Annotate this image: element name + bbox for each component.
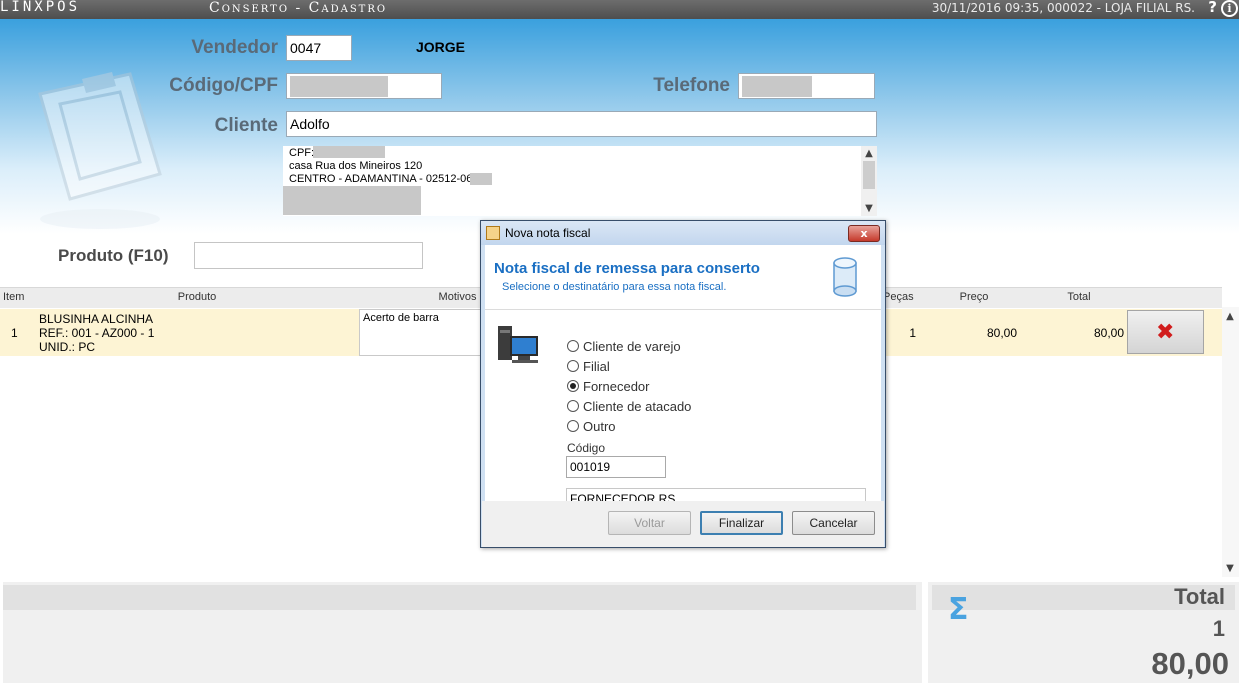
radio-label: Cliente de varejo [583, 339, 681, 354]
product-ref: REF.: 001 - AZ000 - 1 [39, 326, 155, 340]
radio-circle [567, 400, 579, 412]
col-header-pecas: Peças [883, 291, 914, 303]
customer-address-box: CPF: casa Rua dos Mineiros 120 CENTRO - … [283, 146, 877, 216]
dialog-subheading: Selecione o destinatário para essa nota … [502, 281, 727, 293]
col-header-item: Item [3, 291, 25, 303]
cpf-label: Código/CPF [169, 75, 278, 96]
radio-filial[interactable]: Filial [567, 359, 610, 374]
vendedor-name: JORGE [416, 39, 466, 55]
radio-label: Cliente de atacado [583, 399, 692, 414]
finish-button[interactable]: Finalizar [700, 511, 783, 535]
radio-label: Fornecedor [583, 379, 650, 394]
radio-circle [567, 340, 579, 352]
redacted-block [470, 173, 492, 185]
product-name: BLUSINHA ALCINHA [39, 312, 154, 326]
col-header-produto: Produto [177, 291, 217, 303]
motivo-input[interactable]: Acerto de barra [359, 309, 481, 356]
address-scrollbar[interactable]: ▲ ▼ [861, 146, 877, 216]
radio-circle [567, 420, 579, 432]
help-icon[interactable]: ? [1208, 0, 1217, 16]
vendedor-label: Vendedor [191, 37, 278, 58]
dialog-title-bar[interactable]: Nova nota fiscal x [481, 221, 885, 245]
scroll-up-icon[interactable]: ▲ [861, 148, 877, 160]
radio-fornecedor[interactable]: Fornecedor [567, 379, 649, 394]
document-icon [486, 226, 500, 240]
product-unit: UNID.: PC [39, 340, 96, 354]
dialog-footer: Voltar Finalizar Cancelar [482, 501, 884, 547]
radio-cliente-atacado[interactable]: Cliente de atacado [567, 399, 691, 414]
scroll-up-icon[interactable]: ▲ [1222, 311, 1238, 323]
total-amount: 80,00 [1151, 646, 1229, 681]
telefone-input[interactable] [738, 73, 875, 99]
grid-scrollbar[interactable]: ▲ ▼ [1222, 307, 1239, 577]
cliente-label: Cliente [214, 115, 278, 136]
sigma-icon: Σ [948, 592, 969, 627]
delete-item-button[interactable]: ✖ [1127, 310, 1204, 354]
radio-label: Outro [583, 419, 616, 434]
total-label: Total [1174, 584, 1225, 609]
scroll-down-icon[interactable]: ▼ [861, 203, 877, 215]
address-line: casa Rua dos Mineiros 120 [289, 160, 423, 172]
item-number: 1 [11, 326, 18, 340]
scroll-thumb[interactable] [863, 161, 875, 189]
app-logo: LINXPOS [0, 0, 81, 15]
redacted-block [283, 186, 421, 215]
back-button[interactable]: Voltar [608, 511, 691, 535]
dialog-title: Nova nota fiscal [505, 226, 591, 240]
redacted-block [742, 76, 812, 97]
totals-panel: Σ Total 1 80,00 [928, 582, 1239, 683]
database-icon [833, 257, 857, 297]
redacted-block [313, 146, 385, 158]
product-label: Produto (F10) [58, 246, 169, 265]
info-icon[interactable]: i [1221, 0, 1238, 17]
cpf-input[interactable] [286, 73, 442, 99]
dialog-heading: Nota fiscal de remessa para conserto [494, 260, 760, 277]
address-line: CENTRO - ADAMANTINA - 02512-060 [289, 173, 479, 185]
footer-band [3, 585, 916, 610]
codigo-input[interactable]: 001019 [566, 456, 666, 478]
cancel-button[interactable]: Cancelar [792, 511, 875, 535]
redacted-block [290, 76, 388, 97]
vendedor-code-input[interactable]: 0047 [286, 35, 352, 61]
footer-left-panel [3, 582, 922, 683]
computer-icon [498, 326, 538, 363]
nova-nota-fiscal-dialog: Nova nota fiscal x Nota fiscal de remess… [480, 220, 886, 548]
product-search-input[interactable] [194, 242, 423, 269]
app-title-bar: LINXPOS Conserto - Cadastro 30/11/2016 0… [0, 0, 1239, 19]
radio-circle-selected [567, 380, 579, 392]
radio-label: Filial [583, 359, 610, 374]
address-line: CPF: [289, 147, 315, 159]
status-text: 30/11/2016 09:35, 000022 - LOJA FILIAL R… [931, 1, 1195, 15]
screen-title: Conserto - Cadastro [209, 0, 388, 16]
scroll-down-icon[interactable]: ▼ [1222, 563, 1238, 575]
preco-value: 80,00 [986, 326, 1017, 340]
radio-circle [567, 360, 579, 372]
col-header-total: Total [1067, 291, 1091, 303]
dialog-close-button[interactable]: x [848, 225, 880, 242]
total-value: 80,00 [1093, 326, 1124, 340]
dialog-header: Nota fiscal de remessa para conserto Sel… [485, 245, 881, 310]
radio-outro[interactable]: Outro [567, 419, 616, 434]
telefone-label: Telefone [653, 75, 730, 96]
radio-cliente-varejo[interactable]: Cliente de varejo [567, 339, 681, 354]
cliente-input[interactable]: Adolfo [286, 111, 877, 137]
col-header-preco: Preço [959, 291, 989, 303]
dialog-body: Nota fiscal de remessa para conserto Sel… [485, 245, 881, 510]
delete-x-icon: ✖ [1156, 320, 1175, 345]
codigo-label: Código [567, 441, 606, 455]
total-quantity: 1 [1212, 616, 1225, 641]
